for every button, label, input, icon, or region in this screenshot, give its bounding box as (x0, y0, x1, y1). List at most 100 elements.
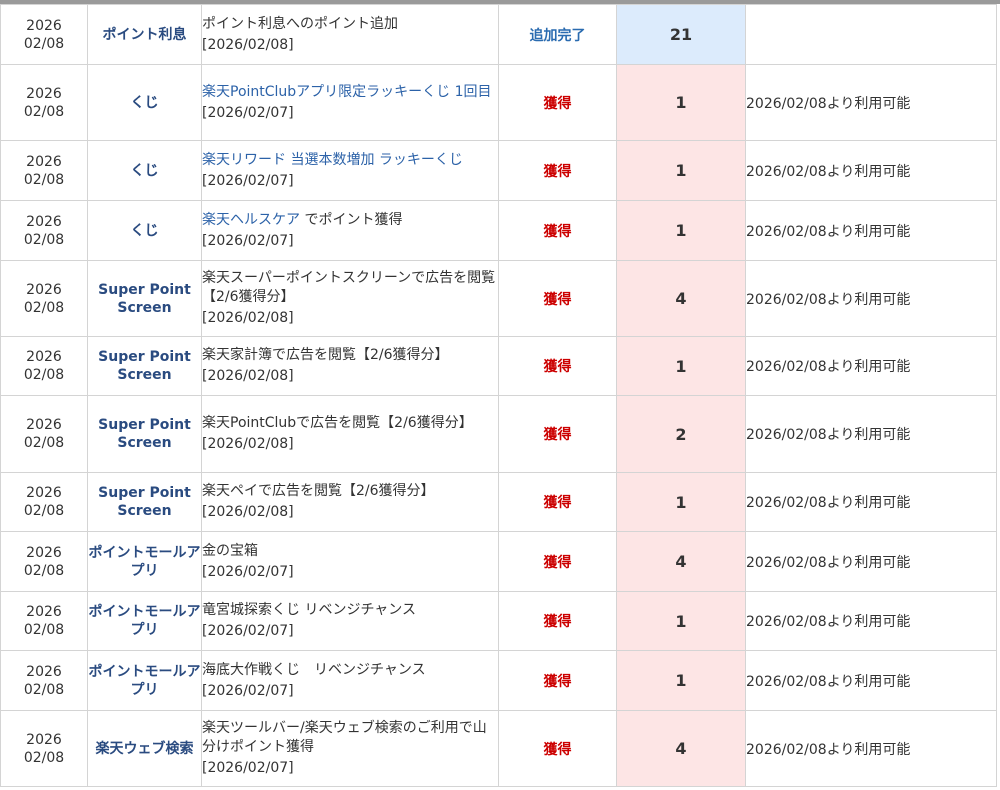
date-cell: 2026 02/08 (0, 710, 88, 787)
points-value: 1 (616, 336, 746, 396)
service-name: ポイントモールアプリ (87, 531, 202, 592)
date-month-day: 02/08 (23, 171, 65, 188)
date-year: 2026 (26, 544, 62, 561)
date-year: 2026 (26, 663, 62, 680)
points-value: 2 (616, 395, 746, 473)
date-month-day: 02/08 (23, 231, 65, 248)
date-month-day: 02/08 (23, 681, 65, 698)
history-row: 2026 02/08 Super Point Screen 楽天ペイで広告を閲覧【2/… (0, 472, 997, 532)
service-name: Super Point Screen (87, 260, 202, 337)
date-cell: 2026 02/08 (0, 650, 88, 711)
history-row: 2026 02/08 ポイント利息 ポイント利息へのポイント追加 [2026/02/08… (0, 4, 997, 65)
points-value: 1 (616, 650, 746, 711)
date-cell: 2026 02/08 (0, 472, 88, 532)
history-row: 2026 02/08 くじ 楽天リワード 当選本数増加 ラッキーくじ [2026/02/… (0, 140, 997, 201)
date-year: 2026 (26, 485, 62, 501)
detail-cell: 竜宮城探索くじ リベンジチャンス [2026/02/07] (201, 591, 499, 651)
date-cell: 2026 02/08 (0, 200, 88, 261)
point-history-table: 2026 02/08 ポイント利息 ポイント利息へのポイント追加 [2026/02/08… (0, 4, 997, 787)
history-row: 2026 02/08 ポイントモールアプリ 金の宝箱 [2026/02/07] 獲得 4 20… (0, 531, 997, 592)
availability-note: 2026/02/08より利用可能 (745, 472, 997, 532)
date-cell: 2026 02/08 (0, 336, 88, 396)
detail-link[interactable]: 楽天リワード 当選本数増加 ラッキーくじ (202, 152, 463, 168)
action-status: 獲得 (498, 591, 617, 651)
detail-cell: ポイント利息へのポイント追加 [2026/02/08] (201, 4, 499, 65)
date-cell: 2026 02/08 (0, 140, 88, 201)
detail-cell: 楽天リワード 当選本数増加 ラッキーくじ [2026/02/07] (201, 140, 499, 201)
detail-cell: 楽天家計簿で広告を閲覧【2/6獲得分】 [2026/02/08] (201, 336, 499, 396)
date-cell: 2026 02/08 (0, 531, 88, 592)
availability-note (745, 4, 997, 65)
detail-cell: 楽天PointClubで広告を閲覧【2/6獲得分】 [2026/02/08] (201, 395, 499, 473)
action-status: 獲得 (498, 472, 617, 532)
detail-cell: 楽天スーパーポイントスクリーンで広告を閲覧 【2/6獲得分】 [2026/02/0… (201, 260, 499, 337)
history-row: 2026 02/08 ポイントモールアプリ 竜宮城探索くじ リベンジチャンス [2026… (0, 591, 997, 651)
history-row: 2026 02/08 くじ 楽天ヘルスケア でポイント獲得 [2026/02/07] 獲得… (0, 200, 997, 261)
date-month-day: 02/08 (23, 367, 65, 383)
action-status: 獲得 (498, 64, 617, 141)
action-status: 獲得 (498, 531, 617, 592)
action-status: 追加完了 (498, 4, 617, 65)
date-cell: 2026 02/08 (0, 395, 88, 473)
detail-cell: 楽天ツールバー/楽天ウェブ検索のご利用で山分けポイント獲得 [2026/02/07… (201, 710, 499, 787)
date-month-day: 02/08 (23, 749, 65, 766)
date-month-day: 02/08 (23, 503, 65, 519)
history-row: 2026 02/08 ポイントモールアプリ 海底大作戦くじ リベンジチャンス [2026… (0, 650, 997, 711)
history-row: 2026 02/08 楽天ウェブ検索 楽天ツールバー/楽天ウェブ検索のご利用で山分けポ… (0, 710, 997, 787)
detail-text: ポイント利息へのポイント追加 (202, 15, 398, 32)
date-month-day: 02/08 (23, 622, 65, 638)
service-name: くじ (87, 64, 202, 141)
detail-date: [2026/02/07] (202, 760, 294, 776)
availability-note: 2026/02/08より利用可能 (745, 591, 997, 651)
availability-note: 2026/02/08より利用可能 (745, 650, 997, 711)
detail-cell: 楽天ヘルスケア でポイント獲得 [2026/02/07] (201, 200, 499, 261)
detail-date: [2026/02/08] (202, 436, 294, 452)
detail-date: [2026/02/08] (202, 310, 294, 326)
history-row: 2026 02/08 Super Point Screen 楽天スーパーポイントスクリ… (0, 260, 997, 337)
detail-text: でポイント獲得 (300, 211, 403, 228)
service-name: Super Point Screen (87, 395, 202, 473)
points-value: 1 (616, 64, 746, 141)
date-year: 2026 (26, 17, 62, 34)
date-cell: 2026 02/08 (0, 591, 88, 651)
detail-date: [2026/02/07] (202, 172, 294, 189)
date-cell: 2026 02/08 (0, 4, 88, 65)
date-month-day: 02/08 (23, 562, 65, 579)
availability-note: 2026/02/08より利用可能 (745, 64, 997, 141)
date-year: 2026 (26, 417, 62, 433)
point-history-body: 2026 02/08 ポイント利息 ポイント利息へのポイント追加 [2026/02/08… (0, 4, 997, 787)
action-status: 獲得 (498, 710, 617, 787)
date-year: 2026 (26, 349, 62, 365)
detail-text: 楽天ツールバー/楽天ウェブ検索のご利用で山分けポイント獲得 (202, 720, 487, 755)
points-value: 4 (616, 260, 746, 337)
action-status: 獲得 (498, 336, 617, 396)
detail-date: [2026/02/07] (202, 104, 294, 121)
detail-link[interactable]: 楽天ヘルスケア (202, 212, 300, 228)
date-year: 2026 (26, 604, 62, 620)
date-year: 2026 (26, 85, 62, 102)
availability-note: 2026/02/08より利用可能 (745, 710, 997, 787)
history-row: 2026 02/08 Super Point Screen 楽天PointClubで広… (0, 395, 997, 473)
date-month-day: 02/08 (23, 435, 65, 451)
service-name: ポイントモールアプリ (87, 650, 202, 711)
date-month-day: 02/08 (23, 35, 65, 52)
detail-link[interactable]: 楽天PointClubアプリ限定ラッキーくじ 1回目 (202, 84, 492, 100)
history-row: 2026 02/08 Super Point Screen 楽天家計簿で広告を閲覧【2… (0, 336, 997, 396)
detail-date: [2026/02/08] (202, 36, 294, 53)
date-year: 2026 (26, 153, 62, 170)
points-value: 1 (616, 200, 746, 261)
detail-text: 竜宮城探索くじ リベンジチャンス (202, 602, 417, 618)
service-name: 楽天ウェブ検索 (87, 710, 202, 787)
detail-date: [2026/02/07] (202, 682, 294, 699)
detail-text: 楽天ペイで広告を閲覧【2/6獲得分】 (202, 483, 435, 499)
detail-cell: 楽天PointClubアプリ限定ラッキーくじ 1回目 [2026/02/07] (201, 64, 499, 141)
detail-text: 楽天家計簿で広告を閲覧【2/6獲得分】 (202, 347, 449, 363)
availability-note: 2026/02/08より利用可能 (745, 260, 997, 337)
points-value: 1 (616, 140, 746, 201)
detail-cell: 楽天ペイで広告を閲覧【2/6獲得分】 [2026/02/08] (201, 472, 499, 532)
service-name: Super Point Screen (87, 472, 202, 532)
points-value: 4 (616, 531, 746, 592)
date-cell: 2026 02/08 (0, 64, 88, 141)
detail-text: 楽天スーパーポイントスクリーンで広告を閲覧 【2/6獲得分】 (202, 270, 496, 305)
detail-cell: 海底大作戦くじ リベンジチャンス [2026/02/07] (201, 650, 499, 711)
